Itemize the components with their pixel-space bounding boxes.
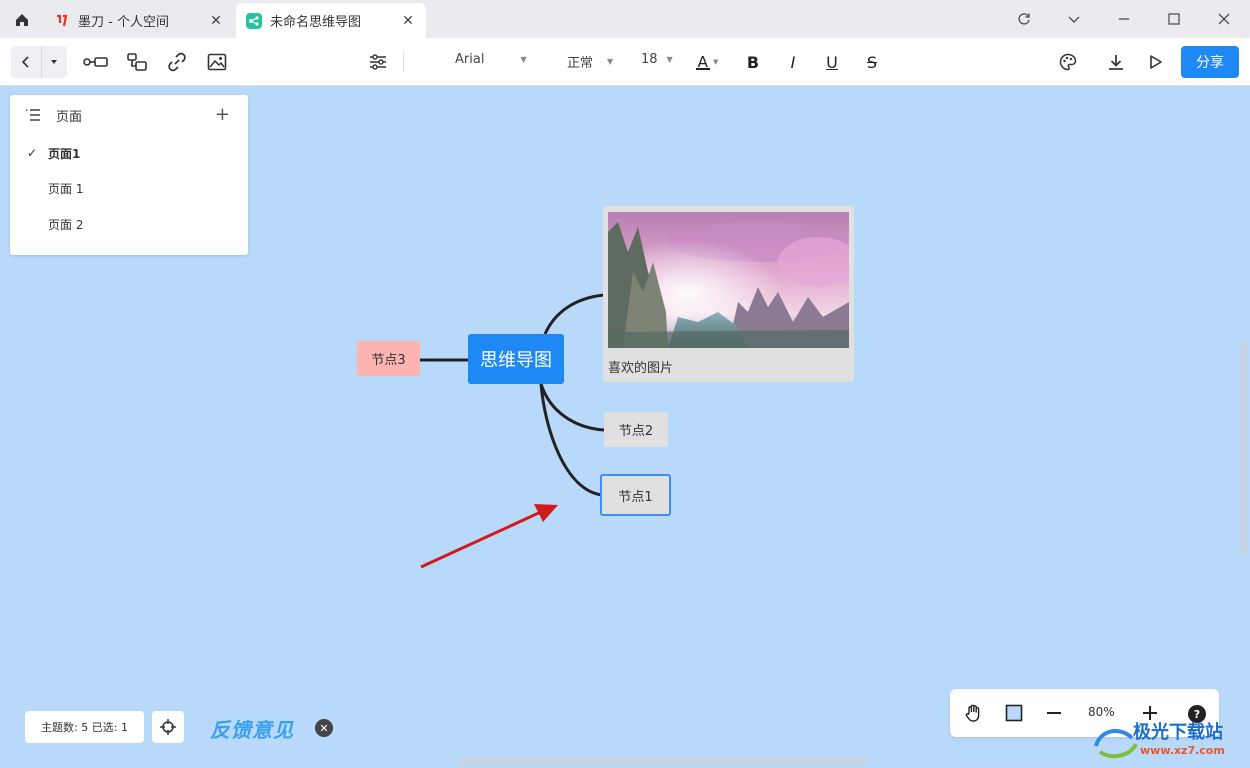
- node-1-selected[interactable]: 节点1: [600, 474, 671, 516]
- hand-tool-button[interactable]: [962, 701, 986, 725]
- feedback-link[interactable]: 反馈意见: [210, 714, 294, 743]
- horizontal-scrollbar[interactable]: [458, 759, 868, 765]
- mindmap-connectors: [420, 293, 605, 569]
- node-3[interactable]: 节点3: [357, 341, 420, 376]
- vertical-scrollbar[interactable]: [1241, 340, 1247, 556]
- watermark-url: www.xz7.com: [1140, 744, 1225, 757]
- frame-tool-button[interactable]: [1002, 701, 1026, 725]
- minus-icon: [1047, 712, 1061, 714]
- image-node-caption: 喜欢的图片: [608, 361, 674, 376]
- connector-image: [543, 293, 605, 335]
- locate-center-button[interactable]: [152, 711, 184, 743]
- connector-node2: [539, 383, 605, 432]
- annotation-arrow: [420, 504, 558, 569]
- hand-icon: [965, 704, 980, 722]
- root-node[interactable]: 思维导图: [468, 334, 564, 384]
- feedback-close-icon[interactable]: ✕: [315, 719, 333, 737]
- topic-count-status: 主题数: 5 已选: 1: [25, 711, 144, 743]
- watermark-name: 极光下载站: [1133, 722, 1223, 743]
- node-2[interactable]: 节点2: [604, 412, 668, 447]
- image-node[interactable]: 喜欢的图片: [603, 206, 854, 382]
- crosshair-icon: [160, 719, 176, 735]
- fantasy-landscape-image: [608, 212, 849, 348]
- frame-icon: [1005, 704, 1023, 722]
- zoom-out-button[interactable]: [1042, 701, 1066, 725]
